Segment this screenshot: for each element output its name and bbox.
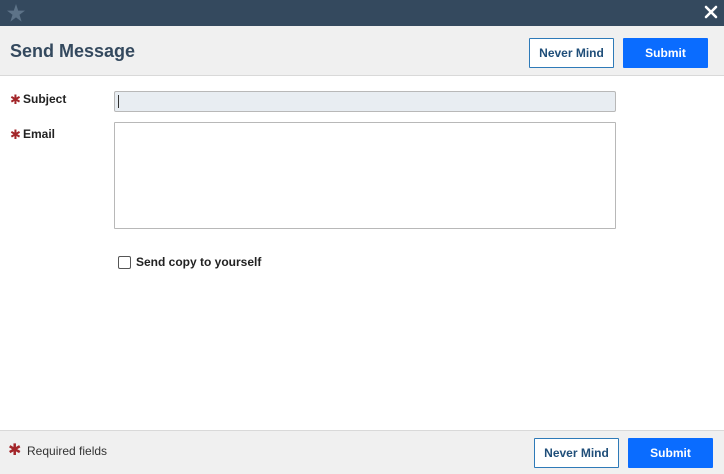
- page-title: Send Message: [10, 41, 136, 61]
- submit-button[interactable]: Submit: [623, 38, 708, 68]
- required-asterisk: ✱: [10, 127, 21, 142]
- required-asterisk: ✱: [10, 92, 21, 107]
- dialog-footer: ✱ Required fields Never Mind Submit: [0, 430, 724, 474]
- required-fields-note: Required fields: [27, 444, 108, 458]
- subject-label: Subject: [23, 92, 67, 106]
- send-copy-label[interactable]: Send copy to yourself: [136, 255, 261, 269]
- submit-button[interactable]: Submit: [628, 438, 713, 468]
- dialog-header: Send Message Never Mind Submit: [0, 26, 724, 76]
- never-mind-button[interactable]: Never Mind: [529, 38, 614, 68]
- email-textarea[interactable]: [114, 122, 616, 229]
- send-copy-checkbox[interactable]: [118, 256, 131, 269]
- never-mind-button[interactable]: Never Mind: [534, 438, 619, 468]
- close-icon[interactable]: [702, 3, 720, 21]
- star-logo-icon: [7, 4, 25, 22]
- subject-input[interactable]: [114, 91, 616, 112]
- text-cursor: [118, 95, 119, 108]
- title-bar: [0, 0, 724, 26]
- required-asterisk: ✱: [8, 442, 22, 459]
- email-label: Email: [23, 127, 56, 141]
